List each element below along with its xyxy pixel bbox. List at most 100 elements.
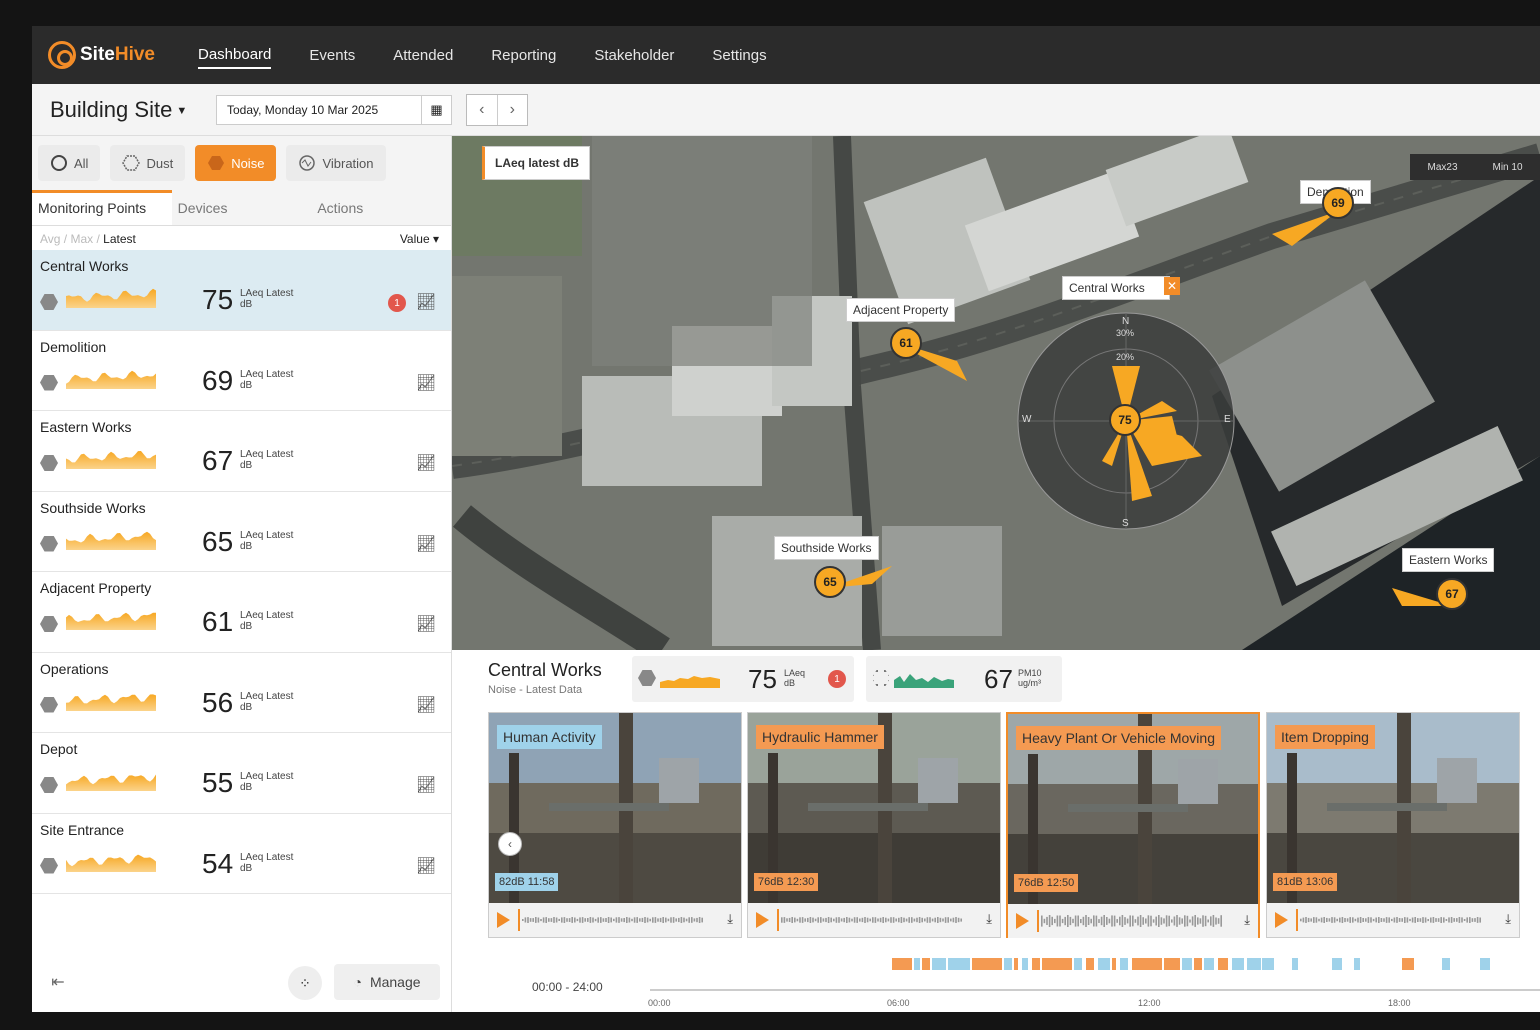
line-chart-icon[interactable]: 📈︎ — [416, 695, 436, 715]
nav-reporting[interactable]: Reporting — [491, 43, 556, 68]
timeline-event-segment[interactable] — [1204, 958, 1214, 970]
noise-alert-badge[interactable]: 1 — [828, 670, 846, 688]
audio-waveform[interactable] — [1041, 909, 1226, 933]
timeline-event-segment[interactable] — [1098, 958, 1110, 970]
marker-central-works[interactable]: 75 — [1109, 404, 1141, 436]
timeline-event-segment[interactable] — [1292, 958, 1298, 970]
line-chart-icon[interactable]: 📈︎ — [416, 373, 436, 393]
timeline-event-segment[interactable] — [1194, 958, 1202, 970]
filter-noise[interactable]: Noise — [195, 145, 277, 181]
event-clip-card[interactable]: Item Dropping 81dB 13:06 ⤓ — [1266, 712, 1520, 938]
download-icon[interactable]: ⤓ — [727, 911, 733, 927]
timeline-event-segment[interactable] — [922, 958, 930, 970]
sitehive-logo[interactable]: Site Hive — [48, 41, 198, 69]
monitoring-point-row[interactable]: Adjacent Property 61 LAeq Latest dB 📈︎ — [32, 572, 451, 653]
timeline-event-segment[interactable] — [1112, 958, 1116, 970]
site-map[interactable]: LAeq latest dB Max23Min 10 Demolition 69… — [452, 136, 1540, 650]
monitoring-point-row[interactable]: Operations 56 LAeq Latest dB 📈︎ — [32, 653, 451, 733]
filter-vibration[interactable]: Vibration — [286, 145, 386, 181]
timeline-event-segment[interactable] — [1014, 958, 1018, 970]
aggregation-toggle[interactable]: Avg / Max / Latest — [40, 232, 136, 246]
download-icon[interactable]: ⤓ — [986, 911, 992, 927]
monitoring-point-row[interactable]: Depot 55 LAeq Latest dB 📈︎ — [32, 733, 451, 814]
prev-day-icon[interactable]: ‹ — [467, 94, 498, 125]
line-chart-icon[interactable]: 📈︎ — [416, 292, 436, 312]
map-label-eastern-works[interactable]: Eastern Works — [1402, 548, 1495, 572]
calendar-icon[interactable]: ▦ — [421, 95, 451, 124]
close-icon[interactable]: ✕ — [1164, 277, 1180, 295]
monitoring-point-row[interactable]: Southside Works 65 LAeq Latest dB 📈︎ — [32, 492, 451, 572]
nav-dashboard[interactable]: Dashboard — [198, 42, 272, 69]
audio-waveform[interactable] — [781, 908, 966, 932]
event-clip-card[interactable]: Hydraulic Hammer 76dB 12:30 ⤓ — [747, 712, 1001, 938]
timeline-event-segment[interactable] — [1480, 958, 1490, 970]
event-clip-card[interactable]: Human Activity 82dB 11:58 ⤓ — [488, 712, 742, 938]
play-icon[interactable] — [756, 912, 769, 928]
line-chart-icon[interactable]: 📈︎ — [416, 453, 436, 473]
alert-badge[interactable]: 1 — [388, 294, 406, 312]
date-picker[interactable]: Today, Monday 10 Mar 2025 ▦ — [216, 94, 452, 125]
timeline-event-segment[interactable] — [1247, 958, 1261, 970]
timeline-event-segment[interactable] — [1004, 958, 1012, 970]
timeline-event-segment[interactable] — [1164, 958, 1180, 970]
monitoring-point-row[interactable]: Site Entrance 54 LAeq Latest dB 📈︎ — [32, 814, 451, 894]
dust-metric[interactable]: 67 PM10 ug/m³ — [866, 656, 1062, 702]
marker-eastern-works[interactable]: 67 — [1436, 578, 1468, 610]
timeline-event-segment[interactable] — [1442, 958, 1450, 970]
line-chart-icon[interactable]: 📈︎ — [416, 614, 436, 634]
marker-demolition[interactable]: 69 — [1322, 187, 1354, 219]
next-day-icon[interactable]: › — [498, 95, 528, 125]
line-chart-icon[interactable]: 📈︎ — [416, 775, 436, 795]
noise-metric[interactable]: 75 LAeq dB 1 — [632, 656, 854, 702]
timeline-event-segment[interactable] — [1332, 958, 1342, 970]
play-icon[interactable] — [1275, 912, 1288, 928]
marker-southside-works[interactable]: 65 — [814, 566, 846, 598]
line-chart-icon[interactable]: 📈︎ — [416, 534, 436, 554]
timeline-event-segment[interactable] — [1262, 958, 1274, 970]
map-label-central-works[interactable]: Central Works — [1062, 276, 1170, 300]
nav-attended[interactable]: Attended — [393, 43, 453, 68]
timeline-event-segment[interactable] — [1074, 958, 1082, 970]
map-label-adjacent-property[interactable]: Adjacent Property — [846, 298, 956, 322]
timeline-event-segment[interactable] — [1042, 958, 1072, 970]
play-icon[interactable] — [1016, 913, 1029, 929]
event-clip-card[interactable]: Heavy Plant Or Vehicle Moving 76dB 12:50 ⤓ — [1006, 712, 1260, 938]
timeline-event-segment[interactable] — [1354, 958, 1360, 970]
timeline-event-segment[interactable] — [972, 958, 1002, 970]
timeline-event-segment[interactable] — [1132, 958, 1162, 970]
monitoring-point-row[interactable]: Demolition 69 LAeq Latest dB 📈︎ — [32, 331, 451, 411]
tab-actions[interactable]: Actions — [311, 190, 451, 225]
timeline-event-segment[interactable] — [1232, 958, 1244, 970]
marker-adjacent-property[interactable]: 61 — [890, 327, 922, 359]
nav-stakeholder[interactable]: Stakeholder — [594, 43, 674, 68]
nav-settings[interactable]: Settings — [712, 43, 766, 68]
nav-events[interactable]: Events — [309, 43, 355, 68]
audio-waveform[interactable] — [1300, 908, 1485, 932]
prev-clips-icon[interactable]: ‹ — [498, 832, 522, 856]
tab-monitoring-points[interactable]: Monitoring Points — [32, 190, 172, 225]
timeline-event-segment[interactable] — [1120, 958, 1128, 970]
timeline-event-segment[interactable] — [1032, 958, 1040, 970]
timeline-event-segment[interactable] — [892, 958, 912, 970]
manage-button[interactable]: ◔ Manage — [334, 964, 440, 1000]
filter-dust[interactable]: Dust — [110, 145, 186, 181]
download-icon[interactable]: ⤓ — [1505, 911, 1511, 927]
timeline-event-segment[interactable] — [948, 958, 970, 970]
line-chart-icon[interactable]: 📈︎ — [416, 856, 436, 876]
play-icon[interactable] — [497, 912, 510, 928]
monitoring-point-row[interactable]: Central Works 75 LAeq Latest dB 1 📈︎ — [32, 250, 451, 331]
timeline-event-segment[interactable] — [1182, 958, 1192, 970]
timeline-event-segment[interactable] — [932, 958, 946, 970]
timeline-event-segment[interactable] — [1218, 958, 1228, 970]
audio-waveform[interactable] — [522, 908, 707, 932]
timeline-event-segment[interactable] — [914, 958, 920, 970]
filter-all[interactable]: All — [38, 145, 101, 181]
site-selector[interactable]: Building Site ▼ — [50, 97, 216, 123]
timeline-event-segment[interactable] — [1086, 958, 1094, 970]
group-icon[interactable]: ⁘ — [288, 966, 322, 1000]
collapse-panel-icon[interactable]: ⇤ — [42, 966, 74, 998]
download-icon[interactable]: ⤓ — [1244, 912, 1250, 928]
timeline-event-segment[interactable] — [1402, 958, 1414, 970]
value-sort[interactable]: Value ▾ — [400, 232, 439, 246]
timeline-event-segment[interactable] — [1022, 958, 1028, 970]
